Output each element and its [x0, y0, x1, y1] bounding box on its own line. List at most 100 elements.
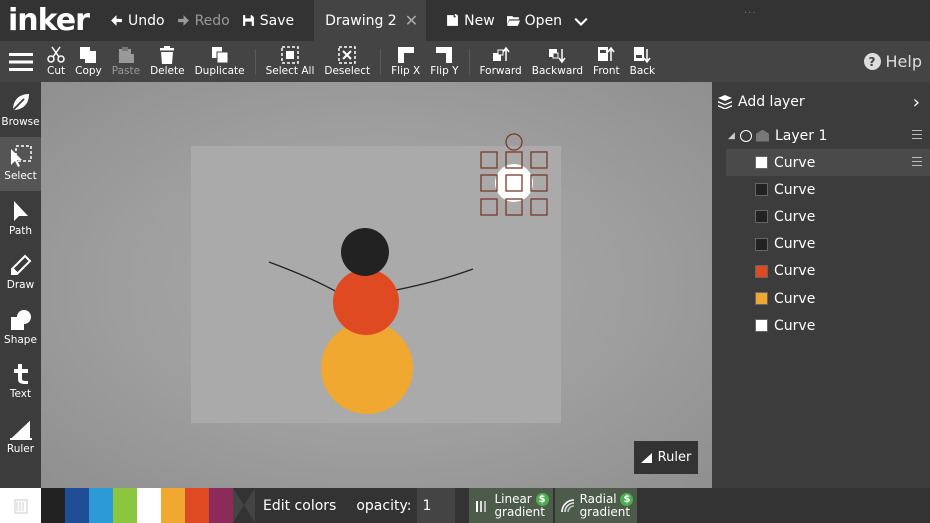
- tool-browse[interactable]: Browse: [0, 82, 41, 137]
- save-label: Save: [259, 12, 295, 29]
- chevron-down-icon: [574, 17, 588, 26]
- tool-draw[interactable]: Draw: [0, 246, 41, 301]
- undo-button[interactable]: Undo: [104, 0, 171, 41]
- notch-icon: [233, 488, 255, 523]
- shape-icon: [10, 309, 31, 330]
- selected-circle-shape[interactable]: [495, 164, 533, 202]
- paste-button[interactable]: Paste: [107, 41, 145, 82]
- layers-panel: Add layer › ◢ Layer 1 Curve Curve Curve Cur…: [712, 82, 930, 488]
- edit-toolbar: Cut Copy Paste Delete Duplicate Select A…: [0, 41, 930, 82]
- deselect-button[interactable]: Deselect: [319, 41, 375, 82]
- canvas-workspace[interactable]: Ruler: [41, 82, 712, 488]
- save-disk-icon: [242, 15, 254, 26]
- palette-color-swatch[interactable]: [89, 488, 113, 523]
- layer-name: Layer 1: [775, 127, 828, 144]
- hamburger-menu-button[interactable]: [0, 41, 42, 82]
- front-label: Front: [593, 64, 620, 77]
- layer-item-row[interactable]: Curve: [726, 176, 930, 203]
- more-menu-button[interactable]: [568, 0, 594, 41]
- send-backward-button[interactable]: Backward: [527, 41, 588, 82]
- palette-color-swatch[interactable]: [185, 488, 209, 523]
- tool-select[interactable]: Select: [0, 136, 41, 191]
- cut-button[interactable]: Cut: [42, 41, 70, 82]
- add-layer-button[interactable]: Add layer ›: [712, 82, 930, 122]
- redo-button[interactable]: Redo: [171, 0, 236, 41]
- layer-item-row[interactable]: Curve: [726, 258, 930, 285]
- duplicate-icon: [211, 46, 229, 64]
- tool-browse-label: Browse: [1, 115, 40, 128]
- layer-item-row[interactable]: Curve: [726, 149, 930, 177]
- layer-item-row[interactable]: Curve: [726, 231, 930, 258]
- undo-label: Undo: [128, 12, 165, 29]
- send-to-back-button[interactable]: Back: [625, 41, 661, 82]
- item-menu-icon[interactable]: [912, 157, 922, 166]
- layers-stack-icon: [718, 95, 732, 109]
- delete-label: Delete: [150, 64, 185, 77]
- tool-ruler-label: Ruler: [6, 442, 35, 455]
- layer-item-row[interactable]: Curve: [726, 203, 930, 230]
- flip-x-icon: [397, 46, 414, 63]
- bring-to-front-button[interactable]: Front: [588, 41, 625, 82]
- open-button[interactable]: Open: [501, 0, 568, 41]
- palette-color-swatch[interactable]: [161, 488, 185, 523]
- layer-menu-icon[interactable]: [912, 130, 922, 139]
- flip-x-button[interactable]: Flip X: [386, 41, 425, 82]
- ruler-label: Ruler: [657, 450, 692, 465]
- palette-color-swatch[interactable]: [209, 488, 233, 523]
- color-swatch: [755, 319, 768, 333]
- help-button[interactable]: ? Help: [863, 41, 922, 82]
- paste-label: Paste: [111, 64, 141, 77]
- folder-icon: [506, 16, 520, 26]
- document-tab[interactable]: Drawing 2 ✕: [314, 0, 427, 41]
- head-circle-shape[interactable]: [341, 228, 389, 276]
- new-button[interactable]: New: [440, 0, 501, 41]
- ruler-button[interactable]: Ruler: [634, 441, 698, 474]
- flip-y-button[interactable]: Flip Y: [425, 41, 463, 82]
- edit-colors-button[interactable]: Edit colors: [255, 498, 344, 514]
- copy-button[interactable]: Copy: [70, 41, 107, 82]
- collapse-triangle-icon[interactable]: ◢: [728, 131, 740, 141]
- app-logo[interactable]: inker: [0, 0, 104, 41]
- radial-gradient-button[interactable]: Radial $ gradient: [554, 488, 638, 523]
- linear-gradient-button[interactable]: Linear $ gradient: [469, 488, 553, 523]
- chevron-right-icon[interactable]: ›: [913, 92, 920, 113]
- select-all-icon: [281, 45, 299, 64]
- delete-button[interactable]: Delete: [145, 41, 190, 82]
- duplicate-button[interactable]: Duplicate: [190, 41, 250, 82]
- select-all-button[interactable]: Select All: [261, 41, 320, 82]
- tool-text[interactable]: Text: [0, 355, 41, 410]
- color-swatch: [755, 210, 768, 224]
- toolbar-divider: [380, 48, 382, 75]
- layer-item-label: Curve: [774, 236, 816, 253]
- palette-color-swatch[interactable]: [41, 488, 65, 523]
- opacity-input[interactable]: 1: [417, 488, 456, 523]
- layer-item-row[interactable]: Curve: [726, 285, 930, 312]
- bottom-circle-shape[interactable]: [321, 322, 413, 414]
- middle-circle-shape[interactable]: [333, 269, 399, 335]
- top-bar: inker Undo Redo Save Drawing 2 ✕ New Ope…: [0, 0, 930, 41]
- back-label: Back: [629, 64, 656, 77]
- opacity-label: opacity:: [356, 497, 412, 514]
- deselect-label: Deselect: [324, 64, 371, 77]
- layer-row[interactable]: ◢ Layer 1: [712, 122, 930, 149]
- visibility-circle-icon[interactable]: [740, 129, 752, 142]
- tool-path[interactable]: Path: [0, 191, 41, 246]
- tool-ruler[interactable]: Ruler: [0, 409, 41, 464]
- color-swatch: [755, 156, 768, 170]
- color-swatch: [755, 183, 768, 197]
- hamburger-icon: [9, 52, 33, 71]
- palette-color-swatch[interactable]: [65, 488, 89, 523]
- save-button[interactable]: Save: [236, 0, 300, 41]
- palette-color-swatch[interactable]: [137, 488, 161, 523]
- layer-item-row[interactable]: Curve: [726, 312, 930, 339]
- transparent-color-swatch[interactable]: [0, 488, 41, 523]
- tool-shape[interactable]: Shape: [0, 300, 41, 355]
- tool-shape-label: Shape: [4, 333, 37, 346]
- layer-items-list: Curve Curve Curve Curve Curve Curve Curve: [712, 149, 930, 339]
- layer-lock-icon[interactable]: [756, 129, 769, 142]
- toolbar-divider: [254, 48, 256, 75]
- close-tab-icon[interactable]: ✕: [405, 11, 418, 30]
- palette-color-swatch[interactable]: [113, 488, 137, 523]
- bring-forward-button[interactable]: Forward: [475, 41, 527, 82]
- linear-gradient-icon: [476, 500, 487, 512]
